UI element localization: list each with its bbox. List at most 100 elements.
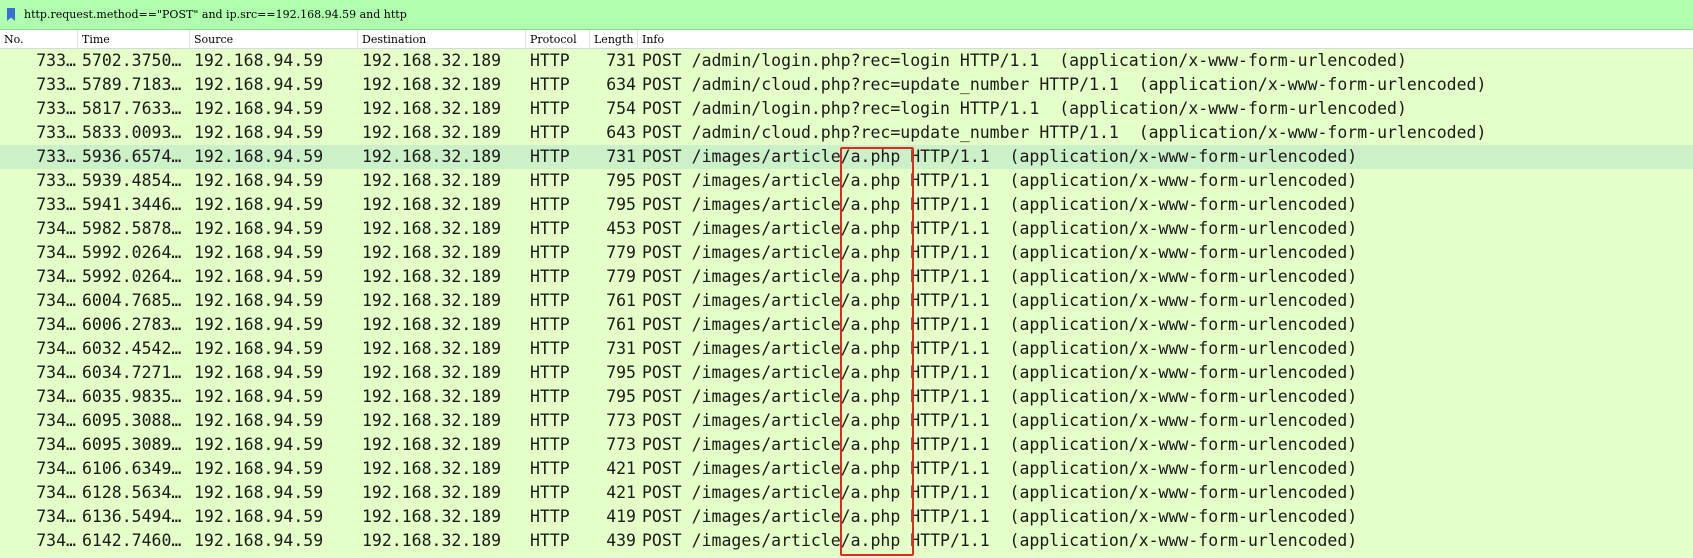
packet-time: 5833.0093… — [82, 123, 182, 142]
packet-destination: 192.168.32.189 — [362, 339, 502, 358]
packet-time: 6128.5634… — [82, 483, 182, 502]
packet-time: 5817.7633… — [82, 99, 182, 118]
bookmark-icon[interactable] — [6, 7, 16, 22]
packet-row[interactable]: 734… 6032.4542… 192.168.94.59 192.168.32.18… — [0, 337, 1693, 361]
packet-time: 6095.3089… — [82, 435, 182, 454]
packet-row[interactable]: 733… 5817.7633… 192.168.94.59 192.168.32.18… — [0, 97, 1693, 121]
packet-row[interactable]: 734… 5982.5878… 192.168.94.59 192.168.32.18… — [0, 217, 1693, 241]
packet-number: 734… — [36, 459, 76, 478]
packet-row[interactable]: 734… 6136.5494… 192.168.94.59 192.168.32.18… — [0, 505, 1693, 529]
packet-source: 192.168.94.59 — [194, 75, 324, 94]
packet-destination: 192.168.32.189 — [362, 507, 502, 526]
packet-protocol: HTTP — [530, 171, 570, 190]
packet-time: 6035.9835… — [82, 387, 182, 406]
packet-time: 6136.5494… — [82, 507, 182, 526]
packet-destination: 192.168.32.189 — [362, 315, 502, 334]
packet-length: 773 — [606, 435, 636, 454]
packet-destination: 192.168.32.189 — [362, 459, 502, 478]
packet-destination: 192.168.32.189 — [362, 51, 502, 70]
packet-time: 5992.0264… — [82, 267, 182, 286]
packet-protocol: HTTP — [530, 507, 570, 526]
packet-time: 5992.0264… — [82, 243, 182, 262]
packet-protocol: HTTP — [530, 363, 570, 382]
packet-row[interactable]: 733… 5941.3446… 192.168.94.59 192.168.32.18… — [0, 193, 1693, 217]
display-filter-bar[interactable]: http.request.method=="POST" and ip.src==… — [0, 0, 1693, 30]
packet-source: 192.168.94.59 — [194, 531, 324, 550]
packet-row[interactable]: 733… 5936.6574… 192.168.94.59 192.168.32.18… — [0, 145, 1693, 169]
packet-info: POST /images/article/a.php HTTP/1.1 (app… — [642, 171, 1358, 190]
packet-source: 192.168.94.59 — [194, 51, 324, 70]
column-header-protocol[interactable]: Protocol — [526, 30, 590, 49]
packet-row[interactable]: 734… 6095.3089… 192.168.94.59 192.168.32.18… — [0, 433, 1693, 457]
packet-destination: 192.168.32.189 — [362, 123, 502, 142]
packet-row[interactable]: 734… 6034.7271… 192.168.94.59 192.168.32.18… — [0, 361, 1693, 385]
packet-length: 421 — [606, 459, 636, 478]
packet-length: 731 — [606, 339, 636, 358]
packet-source: 192.168.94.59 — [194, 219, 324, 238]
column-header-length[interactable]: Length — [590, 30, 638, 49]
packet-time: 5936.6574… — [82, 147, 182, 166]
packet-row[interactable]: 734… 6035.9835… 192.168.94.59 192.168.32.18… — [0, 385, 1693, 409]
packet-protocol: HTTP — [530, 195, 570, 214]
packet-row[interactable]: 734… 6142.7460… 192.168.94.59 192.168.32.18… — [0, 529, 1693, 553]
packet-row[interactable]: 734… 6106.6349… 192.168.94.59 192.168.32.18… — [0, 457, 1693, 481]
packet-row[interactable]: 734… 6006.2783… 192.168.94.59 192.168.32.18… — [0, 313, 1693, 337]
packet-info: POST /images/article/a.php HTTP/1.1 (app… — [642, 363, 1358, 382]
packet-list[interactable]: 733… 5702.3750… 192.168.94.59 192.168.32.18… — [0, 49, 1693, 558]
packet-destination: 192.168.32.189 — [362, 147, 502, 166]
packet-number: 733… — [36, 51, 76, 70]
packet-number: 734… — [36, 291, 76, 310]
packet-row[interactable]: 734… 5992.0264… 192.168.94.59 192.168.32.18… — [0, 241, 1693, 265]
packet-length: 795 — [606, 171, 636, 190]
packet-time: 5939.4854… — [82, 171, 182, 190]
packet-protocol: HTTP — [530, 75, 570, 94]
packet-protocol: HTTP — [530, 531, 570, 550]
packet-info: POST /images/article/a.php HTTP/1.1 (app… — [642, 219, 1358, 238]
packet-protocol: HTTP — [530, 483, 570, 502]
packet-time: 6095.3088… — [82, 411, 182, 430]
column-header-destination[interactable]: Destination — [358, 30, 526, 49]
packet-row[interactable]: 733… 5789.7183… 192.168.94.59 192.168.32.18… — [0, 73, 1693, 97]
packet-row[interactable]: 733… 5702.3750… 192.168.94.59 192.168.32.18… — [0, 49, 1693, 73]
packet-source: 192.168.94.59 — [194, 195, 324, 214]
packet-number: 733… — [36, 75, 76, 94]
packet-source: 192.168.94.59 — [194, 315, 324, 334]
packet-destination: 192.168.32.189 — [362, 435, 502, 454]
column-header-source[interactable]: Source — [190, 30, 358, 49]
packet-row[interactable]: 733… 5939.4854… 192.168.94.59 192.168.32.18… — [0, 169, 1693, 193]
packet-info: POST /images/article/a.php HTTP/1.1 (app… — [642, 291, 1358, 310]
packet-length: 421 — [606, 483, 636, 502]
packet-time: 5982.5878… — [82, 219, 182, 238]
packet-number: 734… — [36, 387, 76, 406]
packet-source: 192.168.94.59 — [194, 363, 324, 382]
packet-list-header: No. Time Source Destination Protocol Len… — [0, 30, 1693, 49]
packet-number: 734… — [36, 435, 76, 454]
packet-destination: 192.168.32.189 — [362, 483, 502, 502]
packet-destination: 192.168.32.189 — [362, 195, 502, 214]
packet-protocol: HTTP — [530, 291, 570, 310]
column-header-info[interactable]: Info — [638, 30, 1693, 49]
packet-info: POST /admin/login.php?rec=login HTTP/1.1… — [642, 99, 1407, 118]
packet-row[interactable]: 734… 5992.0264… 192.168.94.59 192.168.32.18… — [0, 265, 1693, 289]
packet-source: 192.168.94.59 — [194, 507, 324, 526]
packet-source: 192.168.94.59 — [194, 123, 324, 142]
packet-number: 734… — [36, 315, 76, 334]
packet-row[interactable]: 733… 5833.0093… 192.168.94.59 192.168.32.18… — [0, 121, 1693, 145]
packet-length: 634 — [606, 75, 636, 94]
packet-info: POST /admin/cloud.php?rec=update_number … — [642, 75, 1487, 94]
packet-row[interactable]: 734… 6095.3088… 192.168.94.59 192.168.32.18… — [0, 409, 1693, 433]
packet-source: 192.168.94.59 — [194, 339, 324, 358]
column-header-time[interactable]: Time — [78, 30, 190, 49]
packet-length: 779 — [606, 243, 636, 262]
packet-source: 192.168.94.59 — [194, 387, 324, 406]
packet-info: POST /images/article/a.php HTTP/1.1 (app… — [642, 339, 1358, 358]
packet-info: POST /images/article/a.php HTTP/1.1 (app… — [642, 435, 1358, 454]
column-header-no[interactable]: No. — [0, 30, 78, 49]
packet-length: 795 — [606, 387, 636, 406]
display-filter-input[interactable]: http.request.method=="POST" and ip.src==… — [24, 8, 407, 21]
packet-number: 733… — [36, 171, 76, 190]
packet-source: 192.168.94.59 — [194, 267, 324, 286]
packet-row[interactable]: 734… 6128.5634… 192.168.94.59 192.168.32.18… — [0, 481, 1693, 505]
packet-row[interactable]: 734… 6004.7685… 192.168.94.59 192.168.32.18… — [0, 289, 1693, 313]
packet-destination: 192.168.32.189 — [362, 75, 502, 94]
